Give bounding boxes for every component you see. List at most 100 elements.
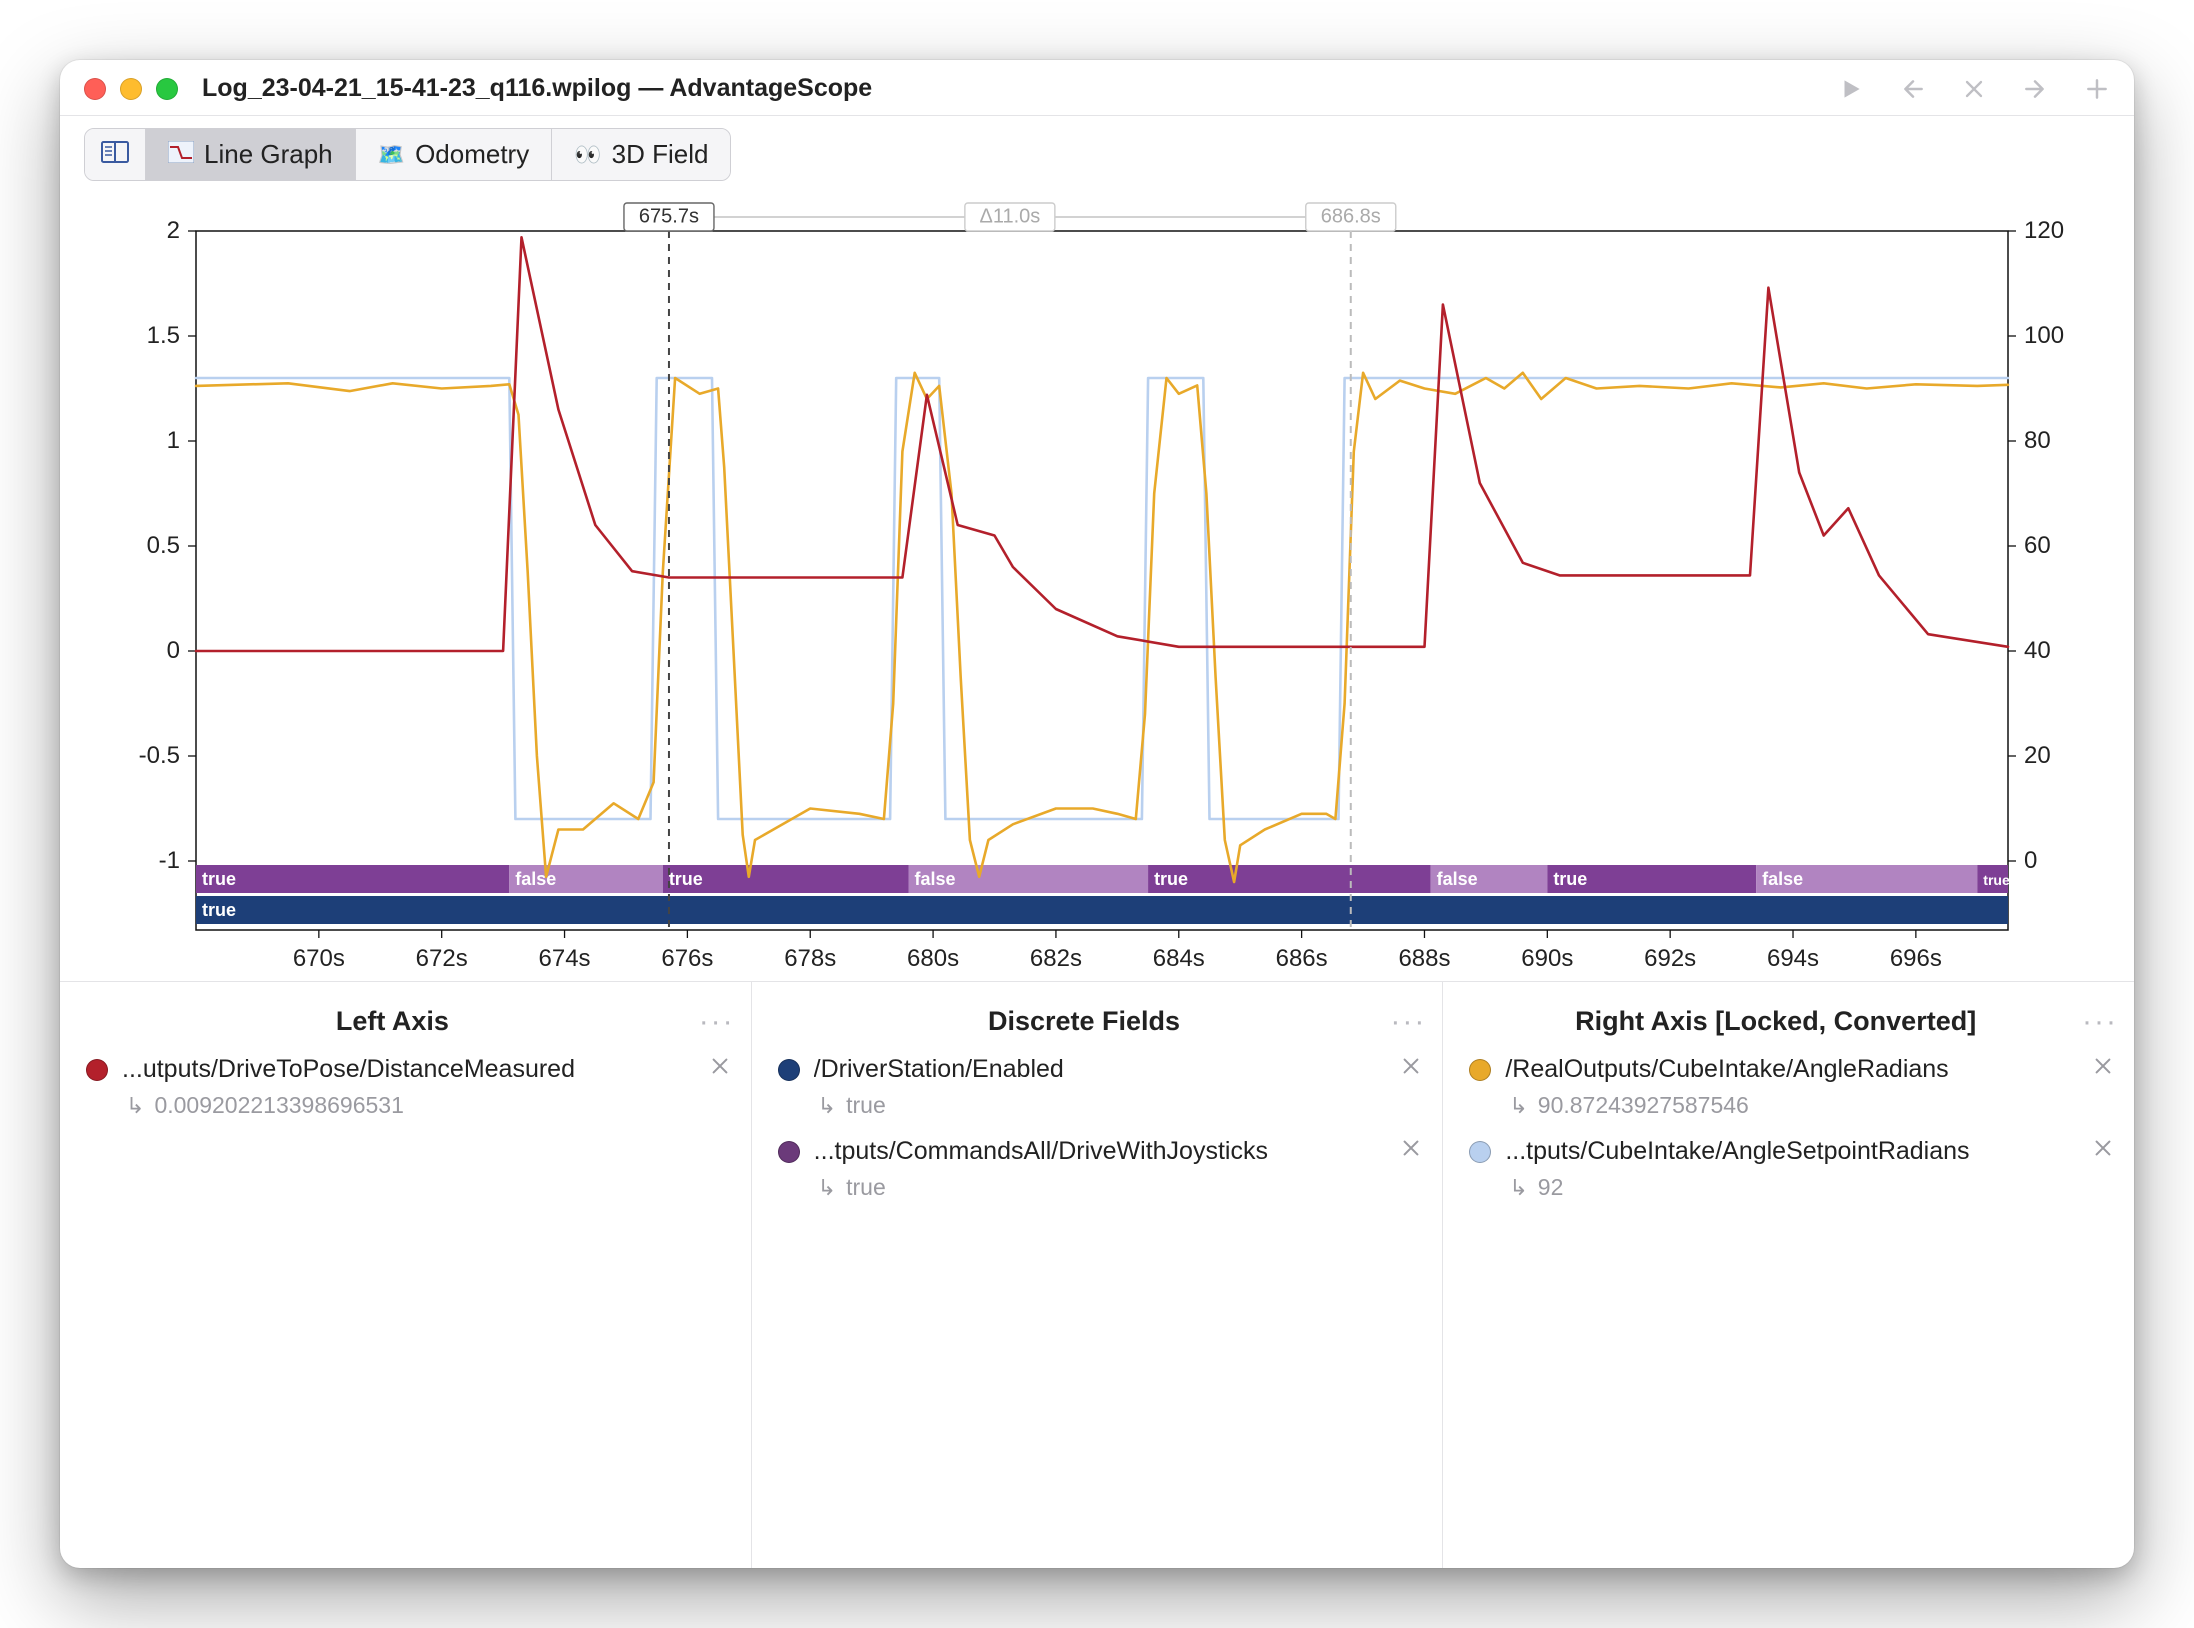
legend-item-label: ...tputs/CommandsAll/DriveWithJoysticks (814, 1137, 1381, 1166)
svg-text:2: 2 (167, 217, 180, 244)
indent-arrow-icon: ↳ (1509, 1175, 1527, 1201)
svg-text:true: true (1154, 869, 1188, 889)
legend-right-axis: Right Axis [Locked, Converted] ··· /Real… (1442, 982, 2134, 1568)
chart-container: -1-0.500.511.52020406080100120670s672s67… (60, 197, 2134, 981)
tab-label: 3D Field (612, 139, 709, 170)
svg-text:676s: 676s (661, 945, 713, 972)
svg-text:0: 0 (167, 637, 180, 664)
svg-text:true: true (202, 869, 236, 889)
indent-arrow-icon: ↳ (1509, 1093, 1527, 1119)
svg-text:680s: 680s (907, 945, 959, 972)
tab-line-graph[interactable]: Line Graph (146, 129, 356, 180)
svg-text:false: false (1437, 869, 1478, 889)
line-graph-icon (168, 141, 194, 169)
remove-series-icon[interactable] (1394, 1055, 1428, 1084)
legend-item[interactable]: ...utputs/DriveToPose/DistanceMeasured (86, 1037, 741, 1084)
legend-value-text: true (846, 1174, 886, 1201)
window-zoom-button[interactable] (156, 78, 178, 100)
svg-text:0.5: 0.5 (147, 532, 180, 559)
svg-text:0: 0 (2024, 847, 2037, 874)
legend-value-text: 0.009202213398696531 (154, 1092, 403, 1119)
svg-text:682s: 682s (1030, 945, 1082, 972)
svg-text:694s: 694s (1767, 945, 1819, 972)
svg-text:100: 100 (2024, 322, 2064, 349)
legend-item-value: ↳ 0.009202213398696531 (86, 1084, 741, 1119)
tab-3d-field[interactable]: 👀 3D Field (552, 129, 730, 180)
book-icon (101, 141, 129, 169)
series-color-dot (1469, 1141, 1491, 1163)
eyes-icon: 👀 (574, 142, 601, 168)
svg-text:-0.5: -0.5 (139, 742, 180, 769)
titlebar: Log_23-04-21_15-41-23_q116.wpilog — Adva… (60, 60, 2134, 116)
legend-center-title: Discrete Fields (778, 1006, 1391, 1037)
nav-close-icon[interactable] (1962, 77, 1986, 101)
content-area: -1-0.500.511.52020406080100120670s672s67… (60, 197, 2134, 1568)
svg-text:false: false (1762, 869, 1803, 889)
svg-text:40: 40 (2024, 637, 2051, 664)
nav-back-icon[interactable] (1898, 76, 1928, 102)
svg-text:690s: 690s (1521, 945, 1573, 972)
svg-text:686s: 686s (1276, 945, 1328, 972)
nav-forward-icon[interactable] (2020, 76, 2050, 102)
svg-text:20: 20 (2024, 742, 2051, 769)
legend-right-title: Right Axis [Locked, Converted] (1469, 1006, 2082, 1037)
legend-value-text: true (846, 1092, 886, 1119)
svg-text:675.7s: 675.7s (639, 205, 699, 227)
svg-text:Δ11.0s: Δ11.0s (979, 205, 1040, 227)
legend-item-label: /DriverStation/Enabled (814, 1055, 1381, 1084)
legend-center-menu-icon[interactable]: ··· (1390, 1017, 1432, 1027)
svg-text:672s: 672s (416, 945, 468, 972)
legend-item-value: ↳ 92 (1469, 1166, 2124, 1201)
svg-text:60: 60 (2024, 532, 2051, 559)
legend-panel: Left Axis ··· ...utputs/DriveToPose/Dist… (60, 981, 2134, 1568)
remove-series-icon[interactable] (2086, 1055, 2120, 1084)
play-icon[interactable] (1838, 76, 1864, 102)
tab-bar: Line Graph 🗺️ Odometry 👀 3D Field (60, 116, 2134, 197)
legend-item-value: ↳true (778, 1084, 1433, 1119)
svg-text:674s: 674s (539, 945, 591, 972)
map-icon: 🗺️ (378, 142, 405, 168)
legend-item-value: ↳ 90.87243927587546 (1469, 1084, 2124, 1119)
legend-item[interactable]: /DriverStation/Enabled (778, 1037, 1433, 1084)
add-tab-icon[interactable] (2084, 76, 2110, 102)
svg-text:false: false (515, 869, 556, 889)
legend-discrete-fields: Discrete Fields ··· /DriverStation/Enabl… (751, 982, 1443, 1568)
tab-label: Line Graph (204, 139, 333, 170)
legend-item[interactable]: ...tputs/CommandsAll/DriveWithJoysticks (778, 1119, 1433, 1166)
legend-item-label: ...utputs/DriveToPose/DistanceMeasured (122, 1055, 689, 1084)
tab-sidebar[interactable] (85, 129, 146, 180)
tab-label: Odometry (415, 139, 529, 170)
svg-text:true: true (202, 900, 236, 920)
svg-text:1.5: 1.5 (147, 322, 180, 349)
svg-text:80: 80 (2024, 427, 2051, 454)
window-close-button[interactable] (84, 78, 106, 100)
svg-text:692s: 692s (1644, 945, 1696, 972)
legend-value-text: 90.87243927587546 (1538, 1092, 1749, 1119)
legend-value-text: 92 (1538, 1174, 1564, 1201)
remove-series-icon[interactable] (1394, 1137, 1428, 1166)
legend-right-menu-icon[interactable]: ··· (2082, 1017, 2124, 1027)
indent-arrow-icon: ↳ (126, 1093, 144, 1119)
window-title: Log_23-04-21_15-41-23_q116.wpilog — Adva… (202, 74, 872, 103)
legend-left-menu-icon[interactable]: ··· (699, 1017, 741, 1027)
tab-group: Line Graph 🗺️ Odometry 👀 3D Field (84, 128, 731, 181)
legend-item-label: ...tputs/CubeIntake/AngleSetpointRadians (1505, 1137, 2072, 1166)
tab-odometry[interactable]: 🗺️ Odometry (356, 129, 553, 180)
window-minimize-button[interactable] (120, 78, 142, 100)
svg-text:686.8s: 686.8s (1321, 205, 1381, 227)
legend-left-title: Left Axis (86, 1006, 699, 1037)
legend-item-label: /RealOutputs/CubeIntake/AngleRadians (1505, 1055, 2072, 1084)
legend-item[interactable]: ...tputs/CubeIntake/AngleSetpointRadians (1469, 1119, 2124, 1166)
legend-item[interactable]: /RealOutputs/CubeIntake/AngleRadians (1469, 1037, 2124, 1084)
series-color-dot (778, 1059, 800, 1081)
remove-series-icon[interactable] (703, 1055, 737, 1084)
svg-text:670s: 670s (293, 945, 345, 972)
remove-series-icon[interactable] (2086, 1137, 2120, 1166)
svg-text:120: 120 (2024, 217, 2064, 244)
svg-text:696s: 696s (1890, 945, 1942, 972)
svg-text:1: 1 (167, 427, 180, 454)
line-chart[interactable]: -1-0.500.511.52020406080100120670s672s67… (96, 201, 2098, 981)
svg-text:-1: -1 (159, 847, 180, 874)
legend-item-value: ↳ true (778, 1166, 1433, 1201)
indent-arrow-icon: ↳ (818, 1175, 836, 1201)
